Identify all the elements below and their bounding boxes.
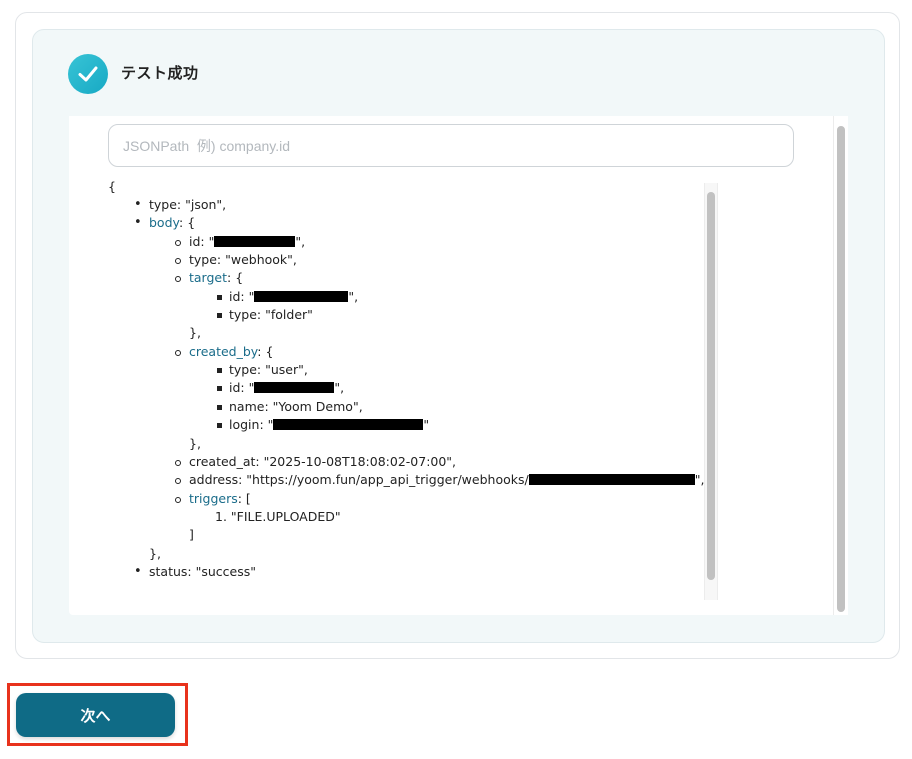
body-close: }, (149, 546, 161, 561)
body-id-field: id: " ", (174, 234, 306, 249)
redacted-value (528, 474, 695, 485)
json-tree: { type: "json", body: { id: "", type: "w… (108, 178, 704, 598)
json-type-field: type: "json", (134, 196, 226, 214)
target-close: }, (189, 325, 201, 340)
triggers-key-toggle[interactable]: triggers (189, 491, 238, 506)
created-by-type-field: type: "user", (217, 362, 308, 377)
redacted-value (254, 382, 335, 393)
body-type-field: type: "webhook", (175, 252, 297, 267)
json-tree-scrollbar-thumb[interactable] (707, 192, 715, 580)
created-by-name-field: name: "Yoom Demo", (217, 399, 363, 414)
created-by-login-field: login: " " (216, 417, 430, 432)
created-at-field: created_at: "2025-10-08T18:08:02-07:00", (174, 454, 457, 469)
redacted-value (254, 291, 349, 302)
created-by-id-field: id: " ", (216, 380, 345, 395)
target-key-toggle[interactable]: target (189, 270, 227, 285)
created-by-field: created_by: { (174, 344, 274, 359)
triggers-field: triggers: [ (175, 491, 251, 506)
status-field: status: "success" (134, 563, 256, 581)
panel-scrollbar-thumb[interactable] (837, 126, 845, 612)
target-id-field: id: " ", (216, 289, 359, 304)
jsonpath-input[interactable] (108, 124, 794, 167)
redacted-value (214, 236, 296, 247)
json-open-brace: { (108, 179, 116, 194)
checkmark-icon (78, 66, 98, 82)
trigger-item: 1. "FILE.UPLOADED" (215, 509, 341, 524)
redacted-value (273, 419, 424, 430)
target-field: target: { (174, 270, 244, 285)
status-title: テスト成功 (121, 65, 199, 82)
check-circle-icon (68, 54, 108, 94)
triggers-close: ] (189, 527, 194, 542)
created-by-key-toggle[interactable]: created_by (189, 344, 257, 359)
created-by-close: }, (189, 436, 201, 451)
json-body-field: body: { (134, 214, 195, 232)
body-key-toggle[interactable]: body (149, 215, 179, 230)
address-field: address: "https://yoom.fun/app_api_trigg… (174, 472, 705, 487)
next-button[interactable]: 次へ (16, 693, 175, 737)
target-type-field: type: "folder" (217, 307, 313, 322)
